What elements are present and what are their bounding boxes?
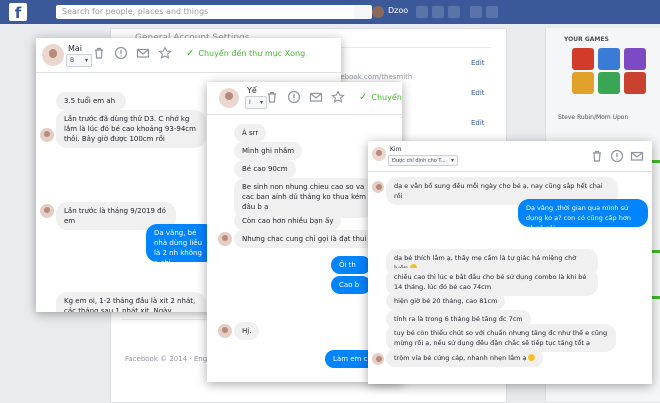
mail-icon[interactable] xyxy=(136,46,150,60)
message-bubble-incoming: Bé cao 90cm xyxy=(234,160,296,178)
label-select[interactable]: I ▾ xyxy=(245,96,267,109)
message-bubble-outgoing: Cao b xyxy=(331,276,371,294)
check-icon: ✓ xyxy=(186,48,195,59)
mail-icon[interactable] xyxy=(309,90,323,104)
check-icon: ✓ xyxy=(359,92,368,103)
assigned-select-value: Được chỉ định cho T... xyxy=(392,158,446,164)
move-to-done-button[interactable]: ✓Chuyển đến thư mục Xong xyxy=(186,48,305,59)
chat-window-kim: Kim Được chỉ định cho T... ▾ dạ e vẫn bổ … xyxy=(368,141,652,384)
star-icon[interactable] xyxy=(158,46,172,60)
facebook-logo[interactable]: f xyxy=(9,3,27,22)
move-label: Chuyển đến thư mục Xong xyxy=(198,49,306,58)
message-bubble-incoming: Lần trước đã dùng thử D3. C nhớ kg lắm l… xyxy=(56,110,206,148)
message-bubble-incoming: Mình ghi nhầm xyxy=(234,142,303,160)
chevron-down-icon: ▾ xyxy=(450,157,454,164)
star-icon[interactable] xyxy=(331,90,345,104)
message-bubble-incoming: Hj. xyxy=(234,322,260,340)
notifications-icon[interactable] xyxy=(448,6,460,18)
avatar xyxy=(372,181,384,193)
chevron-down-icon: ▾ xyxy=(84,57,88,64)
message-bubble-incoming: Kg em oi, 1-2 tháng đầu là xit 2 nhát, c… xyxy=(56,292,206,312)
avatar[interactable] xyxy=(372,147,386,161)
message-bubble-incoming: hiện giờ bé 20 tháng, cao 81cm xyxy=(386,292,506,310)
message-bubble-incoming: trộm vía bé cứng cáp, nhanh nhẹn lắm ạ xyxy=(386,349,544,367)
avatar xyxy=(372,353,384,365)
chevron-down-icon: ▾ xyxy=(259,99,263,106)
lock-icon[interactable] xyxy=(470,6,482,18)
avatar xyxy=(218,232,232,246)
move-to-done-button[interactable]: ✓Chuyển đến thư mục Xong xyxy=(359,92,402,103)
facebook-top-bar: f Search for people, places and things D… xyxy=(0,0,660,24)
avatar xyxy=(218,324,232,338)
avatar[interactable] xyxy=(219,88,239,108)
game-icon[interactable] xyxy=(572,72,594,94)
assigned-select[interactable]: Được chỉ định cho T... ▾ xyxy=(388,155,458,166)
friends-icon[interactable] xyxy=(416,6,428,18)
edit-link[interactable]: Edit xyxy=(471,119,485,127)
avatar[interactable] xyxy=(372,6,384,18)
profile-name[interactable]: Dzoo xyxy=(388,6,408,15)
avatar xyxy=(40,204,54,218)
search-input[interactable]: Search for people, places and things xyxy=(56,5,356,19)
contact-name[interactable]: Yế xyxy=(247,86,257,95)
search-icon[interactable] xyxy=(354,5,372,19)
edit-link[interactable]: Edit xyxy=(471,59,485,67)
alert-icon[interactable] xyxy=(114,46,128,60)
sidebar-item[interactable]: Steve Rubin/Mom Upon xyxy=(558,114,628,121)
trash-icon[interactable] xyxy=(590,149,604,163)
avatar xyxy=(40,128,54,142)
message-bubble-outgoing: Ôi th xyxy=(331,256,371,274)
move-label: Chuyển đến thư mục Xong xyxy=(371,93,402,102)
trash-icon[interactable] xyxy=(265,90,279,104)
contact-name[interactable]: Mai xyxy=(68,44,82,53)
label-select-value: I xyxy=(249,99,251,106)
avatar[interactable] xyxy=(42,44,64,66)
message-text: trộm vía bé cứng cáp, nhanh nhẹn lắm ạ xyxy=(394,354,527,362)
game-icon[interactable] xyxy=(598,72,620,94)
game-icon[interactable] xyxy=(624,72,646,94)
label-select-value: B xyxy=(70,57,75,64)
game-icon[interactable] xyxy=(624,48,646,70)
edit-link[interactable]: Edit xyxy=(471,89,485,97)
sidebar-title: YOUR GAMES xyxy=(564,36,609,43)
message-bubble-incoming: Nhưng chac cung chỉ gọi là đạt thui xyxy=(234,230,375,248)
message-bubble-incoming: À srr xyxy=(234,124,267,142)
alert-icon[interactable] xyxy=(610,149,624,163)
message-bubble-incoming: tuy bé còn thiếu chút so với chuẩn nhưng… xyxy=(386,324,616,352)
trash-icon[interactable] xyxy=(92,46,106,60)
smile-emoji-icon xyxy=(528,354,536,361)
settings-menu-icon[interactable] xyxy=(486,6,498,18)
game-icon[interactable] xyxy=(572,48,594,70)
mail-icon[interactable] xyxy=(630,149,644,163)
contact-name[interactable]: Kim xyxy=(390,146,401,153)
message-bubble-outgoing: Dạ vâng ,thời gian qua mình sử dụng ko ạ… xyxy=(518,199,648,232)
message-bubble-incoming: 3.5 tuổi em ah xyxy=(56,92,126,110)
message-bubble-outgoing: Da vâng, bé nhà dùng liều là 2 nh không … xyxy=(146,224,216,267)
alert-icon[interactable] xyxy=(287,90,301,104)
label-select[interactable]: B ▾ xyxy=(66,54,92,67)
game-icon[interactable] xyxy=(598,48,620,70)
messages-icon[interactable] xyxy=(432,6,444,18)
message-bubble-incoming: Còn cao hơn nhiều bạn ấy xyxy=(234,212,342,230)
